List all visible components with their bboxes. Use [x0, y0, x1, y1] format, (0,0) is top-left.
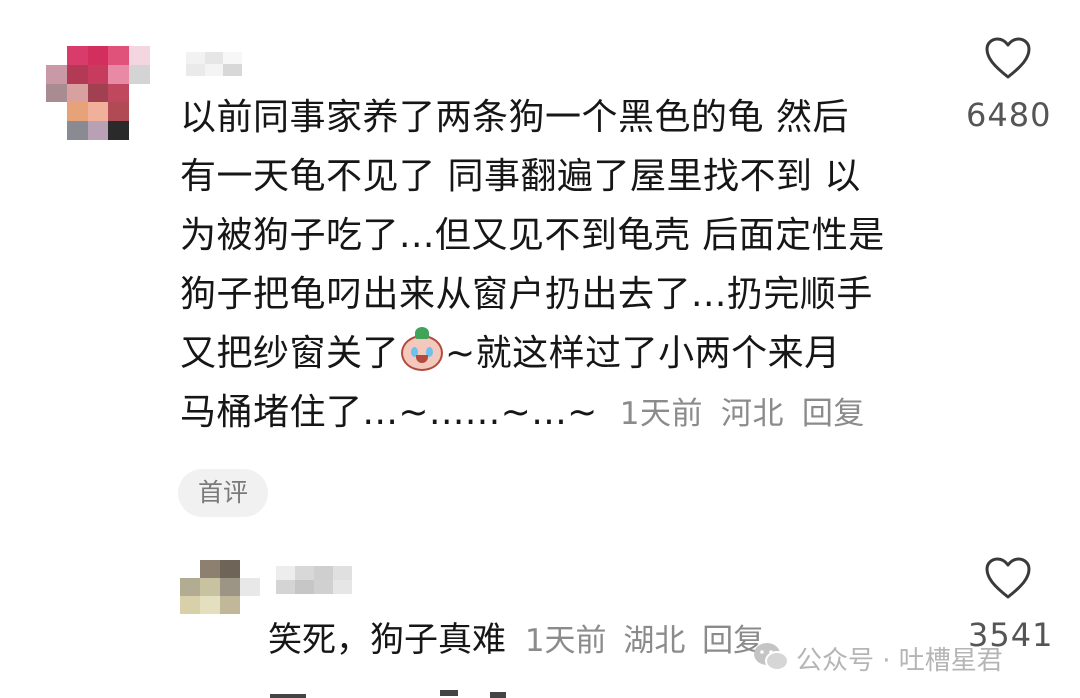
- like-count: 6480: [966, 96, 1052, 134]
- avatar[interactable]: [46, 46, 150, 140]
- cropped-next-line: [270, 690, 530, 698]
- reply-location: 湖北: [623, 623, 686, 659]
- username[interactable]: [186, 52, 242, 76]
- comment-location: 河北: [720, 396, 784, 432]
- wechat-icon: [754, 643, 789, 671]
- reply-button[interactable]: 回复: [802, 396, 865, 432]
- reply-username[interactable]: [276, 566, 352, 594]
- reply-avatar[interactable]: [180, 560, 260, 614]
- crying-face-emoji: [399, 327, 445, 373]
- comment-line: 马桶堵住了...~......~...~ 1天前 河北 回复: [180, 392, 865, 433]
- heart-outline-icon[interactable]: [984, 36, 1032, 80]
- first-comment-badge: 首评: [178, 469, 268, 517]
- comment-line: 狗子把龟叼出来从窗户扔出去了...扔完顺手: [180, 274, 873, 315]
- comment-line: 有一天龟不见了 同事翻遍了屋里找不到 以: [180, 156, 861, 197]
- watermark: 公众号 · 吐槽星君: [796, 646, 1003, 676]
- comment-text: 以前同事家养了两条狗一个黑色的龟 然后 有一天龟不见了 同事翻遍了屋里找不到 以…: [180, 88, 940, 444]
- reply-time: 1天前: [524, 623, 607, 659]
- comment-line: 以前同事家养了两条狗一个黑色的龟 然后: [180, 97, 849, 138]
- reply-text: 笑死，狗子真难 1天前 湖北 回复: [268, 620, 765, 660]
- comment-line: 为被狗子吃了...但又见不到龟壳 后面定性是: [180, 215, 885, 256]
- heart-outline-icon[interactable]: [984, 556, 1032, 600]
- comment-line: 又把纱窗关了 ~就这样过了小两个来月: [180, 324, 940, 383]
- comment-time: 1天前: [619, 396, 704, 432]
